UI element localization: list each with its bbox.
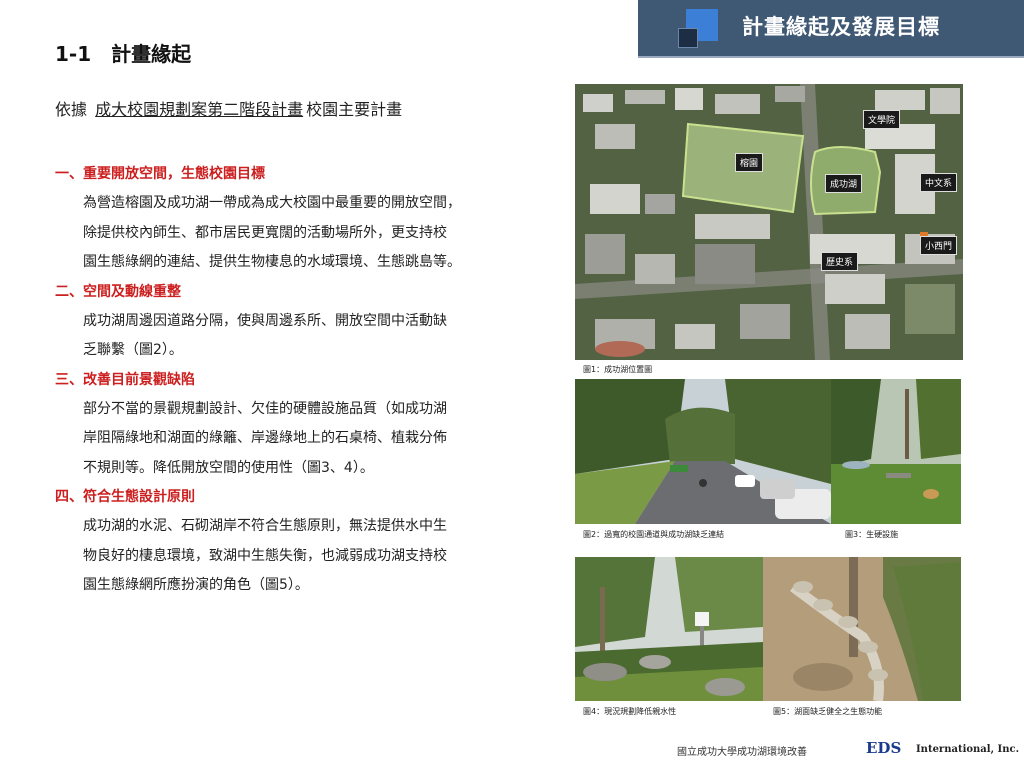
road-photo	[575, 379, 831, 524]
map-label-literature: 文學院	[863, 110, 901, 129]
para-line: 不規則等。降低開放空間的使用性（圖3、4）。	[83, 459, 374, 476]
para-line: 乏聯繫（圖2）。	[83, 342, 183, 358]
item-heading: 一、重要開放空間，生態校園目標	[55, 166, 265, 182]
caption-fig1: 圖1：成功湖位置圖	[583, 365, 653, 374]
intro-prefix: 依據	[55, 100, 88, 119]
hedge-photo	[575, 557, 763, 701]
item-heading: 四、符合生態設計原則	[55, 489, 195, 505]
aerial-map-photo: 文學院 榕園 成功湖 中文系 小西門 歷史系	[575, 84, 963, 360]
item-paragraph: 部分不當的景觀規劃設計、欠佳的硬體設施品質（如成功湖 岸阻隔綠地和湖面的綠籬、岸…	[55, 395, 525, 484]
map-label-west-gate: 小西門	[920, 236, 958, 255]
footer-brand-suffix: International, Inc.	[916, 744, 1020, 755]
caption-fig4: 圖4：現況規劃降低親水性	[583, 707, 677, 716]
item-heading: 二、空間及動線重整	[55, 283, 181, 300]
para-line: 岸阻隔綠地和湖面的綠籬、岸邊綠地上的石桌椅、植栽分佈	[83, 430, 447, 446]
para-line: 為營造榕園及成功湖一帶成為成大校園中最重要的開放空間，	[83, 195, 461, 211]
para-line: 園生態綠網的連結、提供生物棲息的水域環境、生態跳島等。	[83, 254, 461, 270]
item-heading: 三、改善目前景觀缺陷	[55, 371, 195, 388]
para-line: 除提供校內師生、都市居民更寬闊的活動場所外，更支持校	[83, 224, 447, 241]
para-line: 部分不當的景觀規劃設計、欠佳的硬體設施品質（如成功湖	[83, 400, 447, 417]
road-photo-graphic	[575, 379, 831, 524]
header-title: 計畫緣起及發展目標	[742, 15, 940, 39]
facility-photo-graphic	[831, 379, 961, 524]
para-line: 物良好的棲息環境，致湖中生態失衡，也減弱成功湖支持校	[83, 547, 447, 564]
aerial-map-graphic	[575, 84, 963, 360]
footer-project-name: 國立成功大學成功湖環境改善	[677, 747, 807, 758]
para-line: 成功湖周邊因道路分隔，使與周邊系所、開放空間中活動缺	[83, 312, 447, 329]
map-label-banyan: 榕園	[735, 153, 764, 172]
footer-brand-logo: EDS	[866, 739, 902, 757]
item-paragraph: 成功湖周邊因道路分隔，使與周邊系所、開放空間中活動缺 乏聯繫（圖2）。	[55, 307, 525, 366]
caption-fig3: 圖3：生硬設施	[845, 530, 899, 539]
map-label-lake: 成功湖	[825, 174, 863, 193]
para-line: 園生態綠網所應扮演的角色（圖5）。	[83, 577, 309, 593]
lakeshore-photo-graphic	[763, 557, 961, 701]
para-line: 成功湖的水泥、石砌湖岸不符合生態原則，無法提供水中生	[83, 518, 447, 534]
lakeshore-photo	[763, 557, 961, 701]
intro-plan-link: 成大校園規劃案第二階段計畫	[95, 100, 304, 119]
facility-photo	[831, 379, 961, 524]
map-label-history: 歷史系	[821, 252, 859, 271]
caption-fig5: 圖5：湖面缺乏健全之生態功能	[773, 707, 883, 716]
item-paragraph: 成功湖的水泥、石砌湖岸不符合生態原則，無法提供水中生 物良好的棲息環境，致湖中生…	[55, 512, 525, 601]
header-banner: 計畫緣起及發展目標	[638, 0, 1024, 58]
intro-suffix: 校園主要計畫	[306, 100, 403, 119]
caption-fig2: 圖2：過寬的校園通道與成功湖缺乏連結	[583, 530, 725, 539]
item-paragraph: 為營造榕園及成功湖一帶成為成大校園中最重要的開放空間， 除提供校內師生、都市居民…	[55, 189, 525, 278]
header-small-square-icon	[678, 28, 698, 48]
section-title: 1-1 計畫緣起	[55, 42, 192, 66]
hedge-photo-graphic	[575, 557, 763, 701]
intro-line: 依據 成大校園規劃案第二階段計畫 校園主要計畫	[55, 96, 402, 120]
map-label-chinese: 中文系	[920, 173, 958, 192]
content-body: 一、重要開放空間，生態校園目標 為營造榕園及成功湖一帶成為成大校園中最重要的開放…	[55, 160, 525, 601]
